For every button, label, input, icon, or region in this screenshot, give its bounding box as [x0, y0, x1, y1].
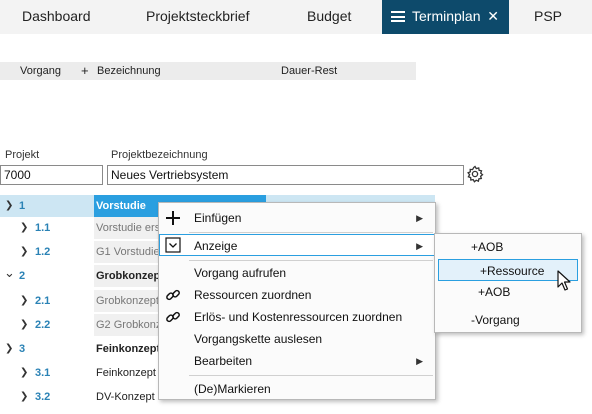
close-icon[interactable]: ✕ — [487, 0, 499, 32]
submenu-arrow-icon: ▶ — [416, 213, 423, 223]
expand-chevron-icon[interactable]: ❯ — [20, 241, 28, 263]
column-header: Vorgang + Bezeichnung Dauer-Rest — [0, 62, 416, 80]
menu-item-label: Vorgangskette auslesen — [194, 332, 323, 346]
column-dauer-rest[interactable]: Dauer-Rest — [281, 62, 337, 80]
task-number: 1 — [19, 200, 26, 212]
menu-item-demarkieren[interactable]: (De)Markieren — [159, 378, 435, 400]
gear-icon[interactable] — [466, 165, 484, 183]
menu-item-bearbeiten[interactable]: Bearbeiten ▶ — [159, 350, 435, 372]
task-description: Feinkonzept — [96, 343, 161, 355]
tab-dashboard[interactable]: Dashboard — [22, 0, 91, 34]
menu-item-label: Ressourcen zuordnen — [194, 288, 312, 302]
dropdown-box-icon — [165, 237, 181, 253]
menu-item-label: Vorgang aufrufen — [194, 266, 287, 280]
menu-item-ressourcen-zuordnen[interactable]: Ressourcen zuordnen — [159, 284, 435, 306]
tab-psp[interactable]: PSP — [534, 0, 562, 34]
link-icon — [166, 289, 180, 301]
tab-projektsteckbrief[interactable]: Projektsteckbrief — [146, 0, 249, 34]
menu-item-label: Bearbeiten — [194, 354, 253, 368]
task-number: 2.2 — [35, 319, 51, 331]
menu-item-label: Anzeige — [194, 239, 238, 253]
expand-chevron-icon[interactable]: ❯ — [20, 217, 28, 239]
submenu-arrow-icon: ▶ — [416, 241, 423, 251]
project-field[interactable]: 7000 — [0, 165, 103, 185]
tab-terminplan[interactable]: Terminplan ✕ — [382, 0, 509, 34]
menu-separator — [189, 260, 433, 261]
project-description-label: Projektbezeichnung — [111, 149, 208, 161]
menu-item-label: Erlös- und Kostenressourcen zuordnen — [194, 310, 403, 324]
add-column-icon[interactable]: + — [81, 62, 89, 80]
submenu-item-vorgang[interactable]: -Vorgang — [437, 309, 579, 331]
menu-separator — [189, 375, 433, 376]
expand-chevron-icon[interactable]: ❯ — [5, 338, 13, 360]
expand-chevron-icon[interactable]: ❯ — [20, 386, 28, 408]
expand-chevron-icon[interactable]: ❯ — [20, 314, 28, 336]
plus-icon — [166, 211, 180, 225]
expand-chevron-icon[interactable]: ❯ — [20, 290, 28, 312]
task-description: G1 Vorstudie — [94, 241, 160, 263]
expand-chevron-icon[interactable]: ❯ — [5, 195, 13, 217]
menu-item-vorgang-aufrufen[interactable]: Vorgang aufrufen — [159, 262, 435, 284]
tab-terminplan-label: Terminplan — [412, 8, 481, 24]
menu-item-anzeige[interactable]: Anzeige ▶ — [159, 234, 435, 256]
tab-budget[interactable]: Budget — [307, 0, 351, 34]
column-bezeichnung[interactable]: Bezeichnung — [97, 62, 161, 80]
project-label: Projekt — [5, 149, 40, 161]
task-number: 2 — [19, 270, 26, 282]
submenu-arrow-icon: ▶ — [416, 356, 423, 366]
expand-chevron-icon[interactable]: ❯ — [20, 362, 28, 384]
menu-item-label: (De)Markieren — [194, 382, 271, 396]
submenu-item-aob[interactable]: +AOB — [437, 236, 579, 258]
task-number: 2.1 — [35, 295, 51, 307]
context-menu: Einfügen ▶ Anzeige ▶ Vorgang aufrufen Re… — [158, 202, 436, 400]
task-number: 3 — [19, 343, 26, 355]
menu-item-label: Einfügen — [194, 211, 242, 225]
hamburger-menu-icon[interactable] — [391, 11, 405, 22]
link-icon — [166, 311, 180, 323]
menu-item-erloes-kostenressourcen[interactable]: Erlös- und Kostenressourcen zuordnen — [159, 306, 435, 328]
task-number: 1.1 — [35, 222, 51, 234]
task-number: 3.2 — [35, 391, 51, 403]
collapse-chevron-icon[interactable]: ⌄ — [4, 262, 15, 284]
menu-item-einfuegen[interactable]: Einfügen ▶ — [159, 207, 435, 229]
column-vorgang[interactable]: Vorgang — [20, 62, 61, 80]
task-number: 3.1 — [35, 367, 51, 379]
task-number: 1.2 — [35, 246, 51, 258]
mouse-cursor-icon — [557, 270, 571, 291]
tab-bar: Dashboard Projektsteckbrief Budget Termi… — [0, 0, 592, 34]
project-description-field[interactable]: Neues Vertriebsystem — [107, 165, 464, 185]
task-description: Grobkonzept — [94, 265, 164, 287]
menu-separator — [189, 232, 433, 233]
menu-item-vorgangskette-auslesen[interactable]: Vorgangskette auslesen — [159, 328, 435, 350]
